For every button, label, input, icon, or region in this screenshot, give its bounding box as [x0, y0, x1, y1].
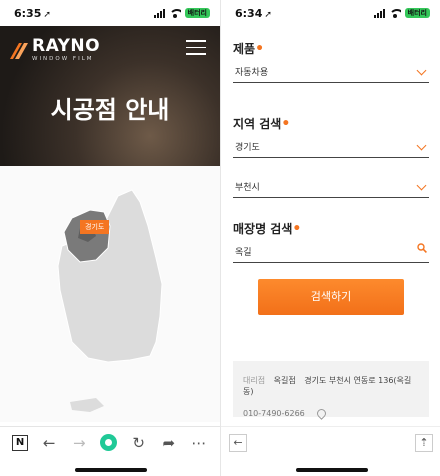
right-screen: 6:34 ➚ 배터리 제품• 자동차용 지역 검색• 경기도 부천시 매장명 검색… — [220, 0, 440, 476]
store-search-input[interactable]: 옥길 — [233, 237, 429, 263]
hero-banner: RAYNO WINDOW FILM 시공점 안내 — [0, 26, 220, 166]
result-phone[interactable]: 010-7490-6266 — [243, 409, 305, 418]
map-jeju — [70, 398, 104, 412]
search-button[interactable]: 검색하기 — [258, 279, 404, 315]
signal-icon — [373, 8, 385, 18]
more-icon[interactable]: ⋯ — [190, 434, 208, 452]
search-icon[interactable] — [417, 243, 427, 253]
map-korea-peninsula — [57, 189, 163, 363]
green-dot-icon[interactable] — [100, 434, 118, 451]
chevron-down-icon — [416, 65, 427, 76]
chevron-down-icon — [416, 140, 427, 151]
location-pin-icon[interactable] — [314, 407, 328, 420]
forward-arrow-icon[interactable]: → — [70, 434, 88, 452]
wifi-icon — [388, 8, 401, 18]
result-name: 옥길점 — [273, 376, 296, 385]
korea-map-svg[interactable] — [0, 166, 220, 422]
store-search-label: 매장명 검색• — [233, 221, 302, 237]
scroll-top-icon[interactable]: ⇡ — [415, 433, 433, 452]
left-screen: 6:35 ➚ 배터리 RAYNO WINDOW FILM 시공점 안내 경기도 … — [0, 0, 220, 476]
brand-name: RAYNO — [32, 36, 101, 56]
hamburger-menu-icon[interactable] — [186, 40, 206, 60]
brand-logo[interactable]: RAYNO WINDOW FILM — [10, 38, 100, 62]
brand-tagline: WINDOW FILM — [32, 56, 94, 62]
browser-toolbar: N ← → ↻ ➦ ⋯ — [0, 426, 220, 458]
battery-icon: 배터리 — [404, 8, 430, 18]
search-form: 제품• 자동차용 지역 검색• 경기도 부천시 매장명 검색• 옥길 — [233, 30, 429, 263]
home-indicator — [296, 468, 368, 472]
result-info: 대리점 옥길점 경기도 부천시 연동로 136(옥길동) — [243, 375, 419, 397]
refresh-icon[interactable]: ↻ — [130, 434, 148, 452]
province-select[interactable]: 경기도 — [233, 132, 429, 158]
korea-map: 경기도 — [0, 166, 220, 422]
wifi-icon — [168, 8, 181, 18]
status-time: 6:35 ➚ — [14, 7, 51, 20]
signal-icon — [153, 8, 165, 18]
status-bar: 6:34 ➚ 배터리 — [221, 0, 440, 26]
back-arrow-icon[interactable]: ← — [40, 434, 58, 452]
status-time: 6:34 ➚ — [235, 7, 272, 20]
result-contact: 010-7490-6266 — [243, 407, 419, 420]
result-address: 경기도 부천시 연동로 136(옥길동) — [243, 376, 412, 396]
page-footer-bar: ← ⇡ — [221, 426, 440, 458]
map-region-label[interactable]: 경기도 — [80, 220, 110, 234]
status-icons: 배터리 — [373, 8, 430, 18]
product-select[interactable]: 자동차용 — [233, 57, 429, 83]
back-arrow-icon[interactable]: ← — [229, 433, 247, 452]
status-bar: 6:35 ➚ 배터리 — [0, 0, 220, 26]
result-type: 대리점 — [243, 376, 266, 385]
logo-mark-icon — [10, 43, 28, 59]
product-label: 제품• — [233, 41, 265, 57]
city-select[interactable]: 부천시 — [233, 172, 429, 198]
share-icon[interactable]: ➦ — [160, 434, 178, 452]
result-card[interactable]: 대리점 옥길점 경기도 부천시 연동로 136(옥길동) 010-7490-62… — [233, 361, 429, 420]
page-title: 시공점 안내 — [50, 96, 170, 124]
home-indicator — [75, 468, 147, 472]
chevron-down-icon — [416, 180, 427, 191]
naver-n-button[interactable]: N — [12, 434, 29, 451]
battery-icon: 배터리 — [184, 8, 210, 18]
status-icons: 배터리 — [153, 8, 210, 18]
region-label: 지역 검색• — [233, 116, 291, 132]
